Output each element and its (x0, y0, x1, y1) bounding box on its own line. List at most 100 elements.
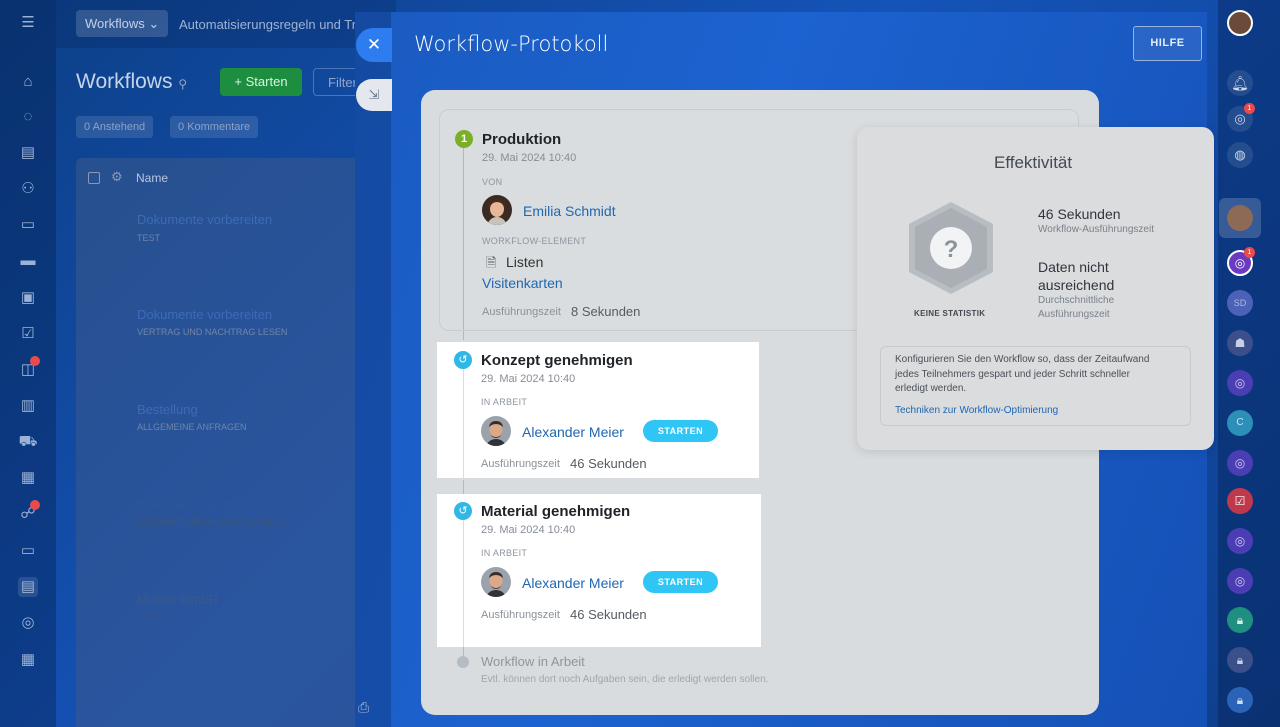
clock-icon: ↺ (454, 502, 472, 520)
user-link[interactable]: Alexander Meier (522, 575, 624, 591)
gear-icon[interactable]: ⚙ (111, 169, 123, 185)
minimize-icon: ⇲ (368, 87, 380, 102)
chat-avatar[interactable]: ◎ (1227, 568, 1253, 594)
step-title: Material genehmigen (481, 503, 631, 520)
pin-icon[interactable]: ⚲ (178, 77, 187, 91)
tasks-icon[interactable]: ▤ (18, 143, 38, 163)
lock-icon[interactable]: 🔒︎ (1227, 647, 1253, 673)
start-button[interactable]: STARTEN (643, 571, 718, 593)
user-link[interactable]: Alexander Meier (522, 424, 624, 440)
list-item-sub: VERTRAG UND NACHTRAG LESEN (137, 327, 288, 337)
step-date: 29. Mai 2024 10:40 (481, 373, 576, 385)
final-step-title: Workflow in Arbeit (481, 654, 585, 669)
shop-icon[interactable]: ⛟ (18, 432, 38, 452)
list-item[interactable]: Dokument durchlesen (137, 497, 263, 512)
avatar[interactable] (481, 416, 511, 446)
crm-icon[interactable]: ▬ (18, 251, 38, 271)
select-all-checkbox[interactable] (88, 172, 100, 184)
list-item-sub: TEST (137, 612, 161, 622)
sales-icon[interactable]: ☍ (18, 500, 40, 524)
documents-icon[interactable]: ▭ (18, 215, 38, 235)
avatar[interactable] (481, 567, 511, 597)
home-icon[interactable]: ⌂ (18, 72, 38, 92)
start-button[interactable]: STARTEN (643, 420, 718, 442)
feed-icon[interactable]: ◫ (18, 356, 40, 380)
optimization-link[interactable]: Techniken zur Workflow-Optimierung (895, 405, 1058, 416)
bell-icon[interactable]: 🔔︎ (1227, 70, 1253, 96)
chat-avatar[interactable]: ◎ (1227, 370, 1253, 396)
final-step-description: Evtl. können dort noch Aufgaben sein, di… (481, 674, 769, 685)
timeline-line (463, 480, 464, 494)
clock-icon: ↺ (454, 351, 472, 369)
settings-icon[interactable]: ◎ (18, 613, 38, 633)
svg-text:?: ? (944, 236, 959, 263)
list-item[interactable]: Dokumente vorbereiten (137, 212, 272, 227)
contacts-icon[interactable]: ⚇ (18, 179, 38, 199)
close-button[interactable]: ✕ (356, 28, 392, 62)
menu-icon[interactable]: ☰ (18, 13, 38, 33)
notification-badge: 1 (1244, 103, 1255, 114)
list-item[interactable]: Muster GmbH (137, 592, 218, 607)
analytics-icon[interactable]: ▥ (18, 396, 38, 416)
avatar[interactable] (1227, 10, 1253, 36)
start-button[interactable]: + Starten (220, 68, 302, 96)
avatar[interactable]: C (1227, 410, 1253, 436)
search-chat-icon[interactable]: ◍ (1227, 142, 1253, 168)
status-label: IN ARBEIT (481, 548, 528, 558)
slider-side-strip (355, 12, 391, 727)
pending-counter[interactable]: 0 Anstehend (76, 116, 154, 138)
name-column-header[interactable]: Name (136, 171, 168, 185)
page-title: Workflows ⚲ (76, 70, 188, 93)
print-icon[interactable]: ⎙ (358, 699, 369, 716)
close-icon: ✕ (366, 35, 382, 54)
element-link[interactable]: Visitenkarten (482, 275, 563, 291)
duration-value: 46 Sekunden (570, 456, 647, 471)
slider-title: Workflow-Protokoll (414, 32, 609, 56)
avatar[interactable] (1227, 205, 1253, 231)
workflows-breadcrumb[interactable]: Workflows ⌄ (76, 10, 169, 37)
no-statistics-badge: ? (905, 200, 997, 296)
step-number-badge: 1 (455, 130, 473, 148)
comments-counter[interactable]: 0 Kommentare (170, 116, 259, 138)
no-statistics-label: KEINE STATISTIK (914, 309, 986, 318)
step-title: Konzept genehmigen (481, 352, 633, 369)
checklist-icon[interactable]: ☑ (18, 324, 38, 344)
element-label: WORKFLOW-ELEMENT (482, 236, 587, 246)
list-item-sub: TEST (137, 233, 161, 243)
sites-icon[interactable]: ▣ (18, 288, 38, 308)
step-title: Produktion (482, 131, 562, 148)
bot-icon[interactable]: ☗ (1227, 330, 1253, 356)
lock-icon[interactable]: 🔒︎ (1227, 607, 1253, 633)
chat-icon[interactable]: ◌ (18, 107, 38, 127)
apps-icon[interactable]: ▦ (18, 650, 38, 670)
avatar[interactable]: SD (1227, 290, 1253, 316)
duration-label: Ausführungszeit (481, 458, 560, 470)
timeline-line (463, 148, 464, 330)
execution-time-value: 46 Sekunden (1038, 206, 1121, 222)
task-icon[interactable]: ☑ (1227, 488, 1253, 514)
notification-badge: 1 (1244, 247, 1255, 258)
document-icon: 🗎 (486, 255, 497, 270)
pending-dot (457, 656, 469, 668)
left-navigation: ☰ ⌂ ◌ ▤ ⚇ ▭ ▬ ▣ ☑ ◫ ▥ ⛟ ▦ ☍ ▭ ▤ ◎ ▦ (0, 0, 56, 727)
minimize-button[interactable]: ⇲ (356, 79, 392, 111)
list-item[interactable]: Dokumente vorbereiten (137, 307, 272, 322)
chat-avatar[interactable]: ◎ (1227, 528, 1253, 554)
list-item[interactable]: Bestellung (137, 402, 198, 417)
timeline-line (463, 520, 464, 647)
status-label: IN ARBEIT (481, 397, 528, 407)
duration-label: Ausführungszeit (482, 306, 561, 318)
user-link[interactable]: Emilia Schmidt (523, 203, 616, 219)
avatar[interactable] (482, 195, 512, 225)
chat-avatar[interactable]: ◎ (1227, 450, 1253, 476)
help-button[interactable]: HILFE (1133, 26, 1202, 61)
average-time-value: Daten nicht ausreichend (1038, 259, 1115, 293)
terminal-icon[interactable]: ▭ (18, 541, 38, 561)
store-icon[interactable]: ▦ (18, 468, 38, 488)
step-date: 29. Mai 2024 10:40 (482, 152, 577, 164)
element-type: Listen (506, 254, 544, 270)
execution-time-label: Workflow-Ausführungszeit (1038, 224, 1154, 235)
duration-value: 46 Sekunden (570, 607, 647, 622)
workflows-icon[interactable]: ▤ (18, 577, 38, 597)
lock-icon[interactable]: 🔒︎ (1227, 687, 1253, 713)
